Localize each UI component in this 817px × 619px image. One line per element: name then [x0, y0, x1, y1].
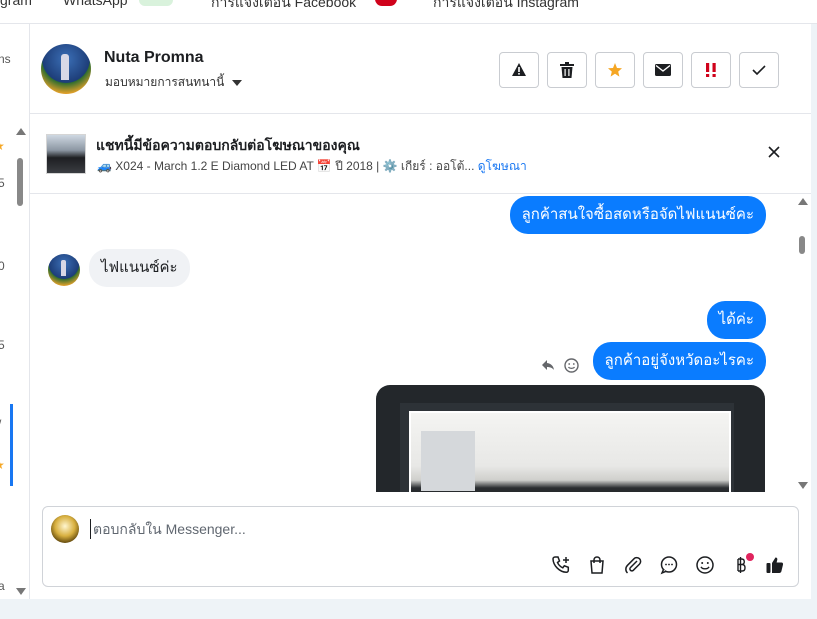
- message-thread: ลูกค้าสนใจซื้อสดหรือจัดไฟแนนซ์คะ ไฟแนนซ์…: [30, 194, 811, 492]
- ad-banner-title: แชทนี้มีข้อความตอบกลับต่อโฆษณาของคุณ: [96, 137, 360, 153]
- assign-conversation-dropdown[interactable]: มอบหมายการสนทนานี้: [105, 73, 243, 92]
- ad-banner-subtitle: 🚙 X024 - March 1.2 E Diamond LED AT 📅 ปี…: [97, 157, 527, 176]
- done-button[interactable]: [739, 52, 779, 88]
- scroll-down-arrow[interactable]: [798, 482, 808, 489]
- facebook-count-badge: [375, 0, 397, 6]
- star-button[interactable]: [595, 52, 635, 88]
- star-icon: ★: [0, 458, 5, 472]
- scroll-up-arrow[interactable]: [798, 198, 808, 205]
- payment-button[interactable]: [731, 553, 754, 577]
- caret-down-icon: [232, 79, 243, 86]
- mark-unread-button[interactable]: [643, 52, 683, 88]
- report-button[interactable]: [499, 52, 539, 88]
- contact-name[interactable]: Nuta Promna: [104, 49, 204, 67]
- message-bubble-outgoing[interactable]: ลูกค้าอยู่จังหวัดอะไรคะ: [592, 342, 766, 380]
- top-tab-bar: gram WhatsApp การแจ้งเตือน Facebook การแ…: [0, 0, 817, 24]
- list-fragment: ns: [0, 52, 11, 66]
- list-fragment: 5: [0, 338, 5, 352]
- chat-header: Nuta Promna มอบหมายการสนทนานี้: [30, 24, 811, 114]
- chat-panel: Nuta Promna มอบหมายการสนทนานี้ แชทนี้มีข…: [30, 24, 811, 599]
- tab-instagram-partial[interactable]: gram: [0, 0, 32, 8]
- ad-description: 🚙 X024 - March 1.2 E Diamond LED AT 📅 ปี…: [97, 159, 475, 173]
- ad-thumbnail[interactable]: [46, 134, 86, 174]
- scroll-up-arrow[interactable]: [16, 128, 26, 135]
- list-fragment: 5: [0, 176, 5, 190]
- message-composer: [42, 506, 799, 587]
- tab-whatsapp[interactable]: WhatsApp: [63, 0, 128, 8]
- whatsapp-count-badge: [139, 0, 173, 6]
- thread-scrollbar[interactable]: [796, 198, 810, 492]
- avatar: [48, 254, 80, 286]
- delete-button[interactable]: [547, 52, 587, 88]
- list-fragment: 0: [0, 259, 5, 273]
- paperclip-icon: [625, 556, 642, 574]
- envelope-icon: [655, 64, 671, 76]
- avatar[interactable]: [41, 44, 91, 94]
- trash-icon: [560, 62, 574, 78]
- ad-reply-banner: แชทนี้มีข้อความตอบกลับต่อโฆษณาของคุณ 🚙 X…: [30, 114, 811, 194]
- page-avatar: [51, 515, 79, 543]
- attach-button[interactable]: [623, 555, 645, 577]
- scroll-down-arrow[interactable]: [16, 588, 26, 595]
- emoji-icon: [696, 556, 714, 574]
- emoji-button[interactable]: [695, 555, 717, 577]
- tab-instagram-notifications[interactable]: การแจ้งเตือน Instagram: [433, 0, 579, 14]
- star-icon: [608, 63, 622, 77]
- scroll-thumb[interactable]: [799, 236, 805, 254]
- selected-indicator: [10, 404, 13, 486]
- star-icon: ★: [0, 139, 5, 153]
- message-image[interactable]: [376, 385, 765, 492]
- scroll-thumb[interactable]: [17, 158, 23, 206]
- conversation-list: ns ★ 5 0 5 / ★ a: [0, 24, 30, 599]
- reply-input[interactable]: [90, 519, 690, 539]
- emoji-reaction-icon[interactable]: [564, 358, 579, 373]
- assign-label: มอบหมายการสนทนานี้: [105, 75, 225, 89]
- message-bubble-outgoing[interactable]: ได้ค่ะ: [706, 301, 766, 339]
- notification-dot: [746, 553, 754, 561]
- list-scrollbar[interactable]: [14, 128, 28, 598]
- shop-button[interactable]: [587, 555, 609, 577]
- close-icon[interactable]: [767, 145, 781, 159]
- list-fragment: a: [0, 579, 5, 593]
- message-bubble-incoming[interactable]: ไฟแนนซ์ค่ะ: [89, 249, 190, 287]
- saved-replies-button[interactable]: [659, 555, 681, 577]
- double-exclamation-icon: [706, 63, 716, 77]
- chat-bubble-icon: [660, 556, 678, 575]
- check-icon: [752, 65, 766, 76]
- tab-facebook-notifications[interactable]: การแจ้งเตือน Facebook: [211, 0, 356, 14]
- call-add-button[interactable]: [551, 555, 573, 577]
- spam-button[interactable]: [691, 52, 731, 88]
- thumbs-up-icon: [766, 557, 784, 573]
- view-ad-link[interactable]: ดูโฆษณา: [478, 159, 527, 173]
- like-button[interactable]: [765, 555, 787, 577]
- reply-icon[interactable]: [541, 359, 555, 371]
- message-bubble-outgoing[interactable]: ลูกค้าสนใจซื้อสดหรือจัดไฟแนนซ์คะ: [509, 196, 766, 234]
- list-fragment: /: [0, 417, 1, 431]
- call-add-icon: [552, 556, 570, 574]
- warning-icon: [512, 63, 526, 76]
- shopping-bag-icon: [590, 556, 604, 574]
- photo-detail: [421, 431, 475, 491]
